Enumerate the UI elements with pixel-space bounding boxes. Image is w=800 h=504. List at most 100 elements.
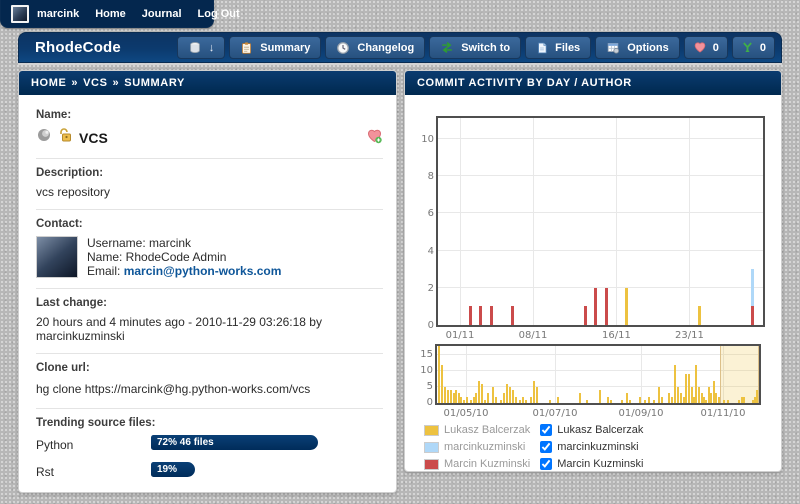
gridline (466, 346, 467, 403)
contact-label: Contact: (36, 218, 383, 230)
x-axis-tick: 08/11 (507, 330, 559, 341)
username-link[interactable]: marcink (37, 8, 79, 20)
commit-bar (584, 306, 587, 325)
overview-commit-bar (705, 400, 707, 403)
user-avatar (11, 5, 29, 23)
overview-commit-bar (512, 390, 514, 403)
contact-email-line: Email: marcin@python-works.com (87, 264, 281, 278)
forks-badge[interactable]: 0 (732, 36, 775, 59)
y-axis-tick: 0 (415, 397, 433, 408)
overview-commit-bar (549, 400, 551, 403)
breadcrumb-current-page: SUMMARY (124, 77, 185, 89)
overview-commit-bar (586, 400, 588, 403)
commit-bar (625, 288, 628, 325)
divider (36, 288, 383, 289)
trending-bar: 19% (151, 462, 195, 477)
overview-commit-bar (674, 365, 676, 403)
nav-button-label: Switch to (461, 42, 510, 54)
last-change-value: 20 hours and 4 minutes ago - 2010-11-29 … (36, 315, 383, 343)
followers-badge[interactable]: 0 (684, 36, 728, 59)
overview-commit-bar (658, 387, 660, 403)
legend-toggle-row: Lukasz Balcerzak (540, 423, 643, 437)
commit-bar (511, 306, 514, 325)
gridline (533, 118, 534, 325)
overview-commit-bar (481, 384, 483, 403)
logout-link[interactable]: Log Out (198, 8, 240, 20)
overview-commit-bar (466, 397, 468, 403)
overview-commit-bar (680, 393, 682, 403)
overview-commit-bar (475, 393, 477, 403)
home-link[interactable]: Home (95, 8, 126, 20)
follow-heart-button[interactable] (366, 128, 383, 147)
overview-commit-bar (653, 400, 655, 403)
overview-commit-bar (522, 397, 524, 403)
journal-link[interactable]: Journal (142, 8, 182, 20)
overview-commit-bar (715, 393, 717, 403)
legend-entry: Marcin Kuzminski (424, 457, 530, 471)
tab-summary[interactable]: Summary (229, 36, 321, 59)
overview-commit-bar (610, 400, 612, 403)
repo-switcher-button[interactable]: ↓ (177, 36, 226, 59)
commit-bar (594, 288, 597, 325)
repo-name: VCS (79, 130, 108, 146)
legend-color-swatch (424, 459, 439, 470)
overview-commit-bar (519, 400, 521, 403)
overview-commit-bar (503, 393, 505, 403)
trending-track: 72% 46 files (151, 435, 383, 455)
table-gear-icon (606, 41, 620, 54)
author-toggle-checkbox[interactable] (540, 458, 552, 470)
overview-commit-bar (484, 400, 486, 403)
overview-commit-bar (639, 397, 641, 403)
overview-commit-bar (447, 390, 449, 403)
overview-commit-bar (500, 400, 502, 403)
clone-url-input[interactable] (36, 382, 376, 396)
commit-activity-title: COMMIT ACTIVITY BY DAY / AUTHOR (405, 71, 781, 95)
overview-commit-bar (463, 400, 465, 403)
show-more-link[interactable]: show more (36, 491, 99, 493)
range-selection-overlay[interactable] (720, 346, 759, 403)
author-toggle-checkbox[interactable] (540, 441, 552, 453)
gridline (437, 386, 759, 387)
x-axis-tick: 01/09/10 (615, 408, 667, 419)
main-nav-bar: RhodeCode ↓ Summary Changelog (18, 32, 782, 63)
trending-track: 19% (151, 462, 383, 482)
gridline (438, 250, 763, 251)
brand-logo[interactable]: RhodeCode (35, 39, 121, 56)
breadcrumb-home-link[interactable]: HOME (31, 77, 66, 89)
overview-commit-bar (698, 387, 700, 403)
overview-commit-bar (668, 393, 670, 403)
trending-row: Rst 19% (36, 462, 383, 482)
summary-panel: HOME » VCS » SUMMARY Name: VCS Desc (18, 70, 397, 493)
legend-entry: Lukasz Balcerzak (424, 423, 530, 437)
options-menu[interactable]: Options (595, 36, 680, 59)
overview-commit-bar (441, 365, 443, 403)
gridline (438, 138, 763, 139)
heart-icon (693, 41, 707, 54)
overview-commit-bar (533, 381, 535, 403)
commit-bar (490, 306, 493, 325)
gridline (437, 354, 759, 355)
legend-toggle-row: Marcin Kuzminski (540, 457, 643, 471)
tab-changelog[interactable]: Changelog (325, 36, 425, 59)
overview-commit-bar (455, 390, 457, 403)
legend-color-swatch (424, 442, 439, 453)
breadcrumb-repo-link[interactable]: VCS (83, 77, 107, 89)
overview-commit-bar (661, 397, 663, 403)
user-bar: marcink Home Journal Log Out (0, 0, 214, 28)
author-toggle-checkbox[interactable] (540, 424, 552, 436)
clipboard-icon (240, 41, 253, 55)
gridline (438, 287, 763, 288)
y-axis-tick: 8 (416, 171, 434, 182)
gridline (438, 175, 763, 176)
x-axis-tick: 01/05/10 (440, 408, 492, 419)
gridline (438, 212, 763, 213)
trending-label: Trending source files: (36, 417, 383, 429)
overview-commit-bar (685, 374, 687, 403)
overview-commit-bar (470, 400, 472, 403)
email-link[interactable]: marcin@python-works.com (124, 264, 282, 278)
trending-bar: 72% 46 files (151, 435, 318, 450)
y-axis-tick: 4 (416, 246, 434, 257)
commit-bar (469, 306, 472, 325)
tab-files[interactable]: Files (525, 36, 591, 59)
switch-to-menu[interactable]: Switch to (429, 36, 521, 59)
